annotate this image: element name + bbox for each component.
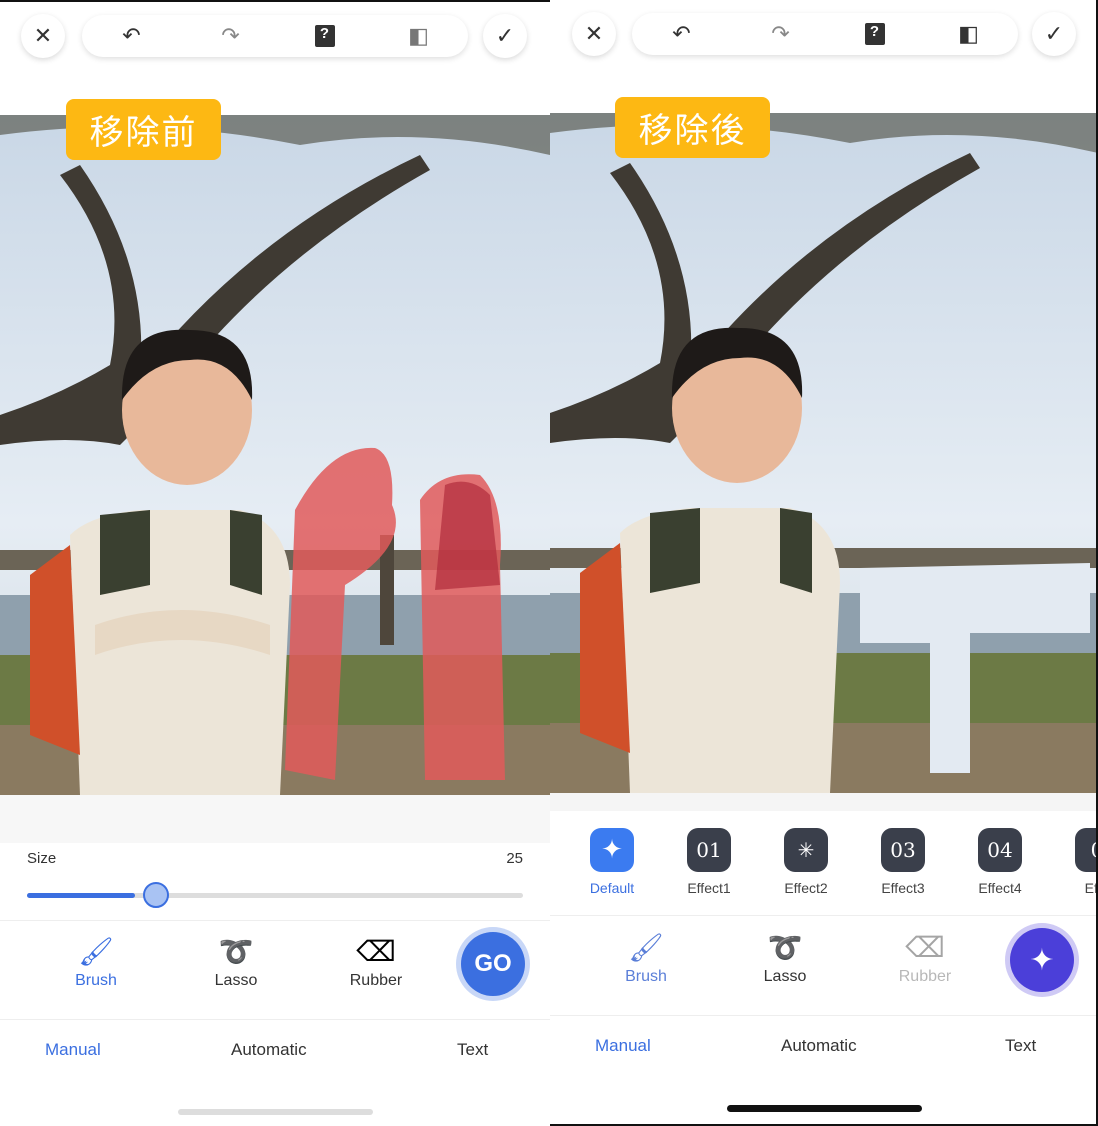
rubber-tool[interactable]: ⌫ Rubber: [326, 932, 426, 990]
photo-after: [550, 113, 1096, 793]
effect-thumbnail-icon: ✦: [590, 828, 634, 872]
home-indicator: [178, 1109, 373, 1115]
effect-option-default[interactable]: ✦ Default: [572, 828, 652, 896]
edit-toolbar: ↶ ↷ ? ◧: [82, 15, 468, 57]
compare-icon[interactable]: ◧: [954, 21, 984, 47]
lasso-icon: ➰: [767, 932, 803, 963]
after-panel: ✕ ↶ ↷ ? ◧ ✓ 移除後 ✦ Default 01 Effect1 ✳ Effect…: [550, 0, 1098, 1126]
size-value: 25: [506, 850, 523, 867]
effect-option-effect2[interactable]: ✳ Effect2: [766, 828, 846, 896]
effect-thumbnail-icon: 0: [1075, 828, 1096, 872]
size-slider-fill: [27, 893, 135, 898]
effect-option-effect1[interactable]: 01 Effect1: [669, 828, 749, 896]
close-icon: ✕: [584, 21, 604, 46]
redo-icon[interactable]: ↷: [216, 23, 246, 49]
tab-text[interactable]: Text: [1005, 1036, 1036, 1056]
undo-icon[interactable]: ↶: [667, 21, 697, 47]
rubber-label: Rubber: [349, 972, 403, 989]
check-icon: ✓: [495, 23, 515, 48]
effect-thumbnail-icon: 01: [687, 828, 731, 872]
tab-automatic[interactable]: Automatic: [781, 1036, 857, 1056]
help-book-icon[interactable]: ?: [864, 23, 885, 45]
tab-manual[interactable]: Manual: [45, 1040, 101, 1060]
tab-manual[interactable]: Manual: [595, 1036, 651, 1056]
effect-label: Effect4: [978, 880, 1022, 896]
redo-icon[interactable]: ↷: [766, 21, 796, 47]
lasso-tool[interactable]: ➰ Lasso: [735, 928, 835, 986]
size-slider-knob[interactable]: [143, 882, 169, 908]
effect-thumbnail-icon: 04: [978, 828, 1022, 872]
close-icon: ✕: [33, 23, 53, 48]
effect-label: Effect3: [881, 880, 925, 896]
size-slider[interactable]: [27, 882, 523, 908]
brush-label: Brush: [625, 968, 667, 985]
brush-icon: 🖌: [78, 936, 114, 967]
lasso-label: Lasso: [763, 968, 807, 985]
effect-option-effe[interactable]: 0 Effe: [1057, 828, 1098, 896]
effect-label: Effect2: [784, 880, 828, 896]
photo-canvas[interactable]: [0, 115, 550, 795]
before-badge: 移除前: [66, 99, 221, 160]
check-icon: ✓: [1044, 21, 1064, 46]
edit-toolbar: ↶ ↷ ? ◧: [632, 13, 1018, 55]
brush-tool[interactable]: 🖌 Brush: [46, 932, 146, 990]
confirm-button[interactable]: ✓: [1032, 12, 1076, 56]
home-indicator: [727, 1105, 922, 1112]
brush-tool[interactable]: 🖌 Brush: [596, 928, 696, 986]
compare-icon[interactable]: ◧: [404, 23, 434, 49]
brush-icon: 🖌: [628, 932, 664, 963]
tab-text[interactable]: Text: [457, 1040, 488, 1060]
ai-remove-button[interactable]: ✦: [1010, 928, 1074, 992]
effect-label: Effe: [1084, 880, 1098, 896]
photo-before: [0, 115, 550, 795]
tab-automatic[interactable]: Automatic: [231, 1040, 307, 1060]
lasso-icon: ➰: [218, 936, 254, 967]
rubber-tool[interactable]: ⌫ Rubber: [875, 928, 975, 986]
effect-thumbnail-icon: 03: [881, 828, 925, 872]
go-button[interactable]: GO: [461, 932, 525, 996]
after-badge: 移除後: [615, 97, 770, 158]
effect-label: Effect1: [687, 880, 731, 896]
effect-label: Default: [589, 880, 635, 896]
photo-canvas[interactable]: [550, 113, 1096, 793]
before-panel: ✕ ↶ ↷ ? ◧ ✓ 移除前 Size 25 🖌 Brush ➰ Lasso …: [0, 0, 550, 1126]
close-button[interactable]: ✕: [572, 12, 616, 56]
undo-icon[interactable]: ↶: [117, 23, 147, 49]
size-label: Size: [27, 850, 57, 867]
rubber-label: Rubber: [898, 968, 952, 985]
brush-label: Brush: [75, 972, 117, 989]
close-button[interactable]: ✕: [21, 14, 65, 58]
effect-option-effect3[interactable]: 03 Effect3: [863, 828, 943, 896]
sparkle-icon: ✦: [1029, 943, 1055, 977]
effect-option-effect4[interactable]: 04 Effect4: [960, 828, 1040, 896]
lasso-label: Lasso: [214, 972, 258, 989]
eraser-icon: ⌫: [356, 936, 396, 967]
eraser-icon: ⌫: [905, 932, 945, 963]
effect-thumbnail-icon: ✳: [784, 828, 828, 872]
help-book-icon[interactable]: ?: [314, 25, 335, 47]
divider: [0, 795, 550, 843]
confirm-button[interactable]: ✓: [483, 14, 527, 58]
lasso-tool[interactable]: ➰ Lasso: [186, 932, 286, 990]
